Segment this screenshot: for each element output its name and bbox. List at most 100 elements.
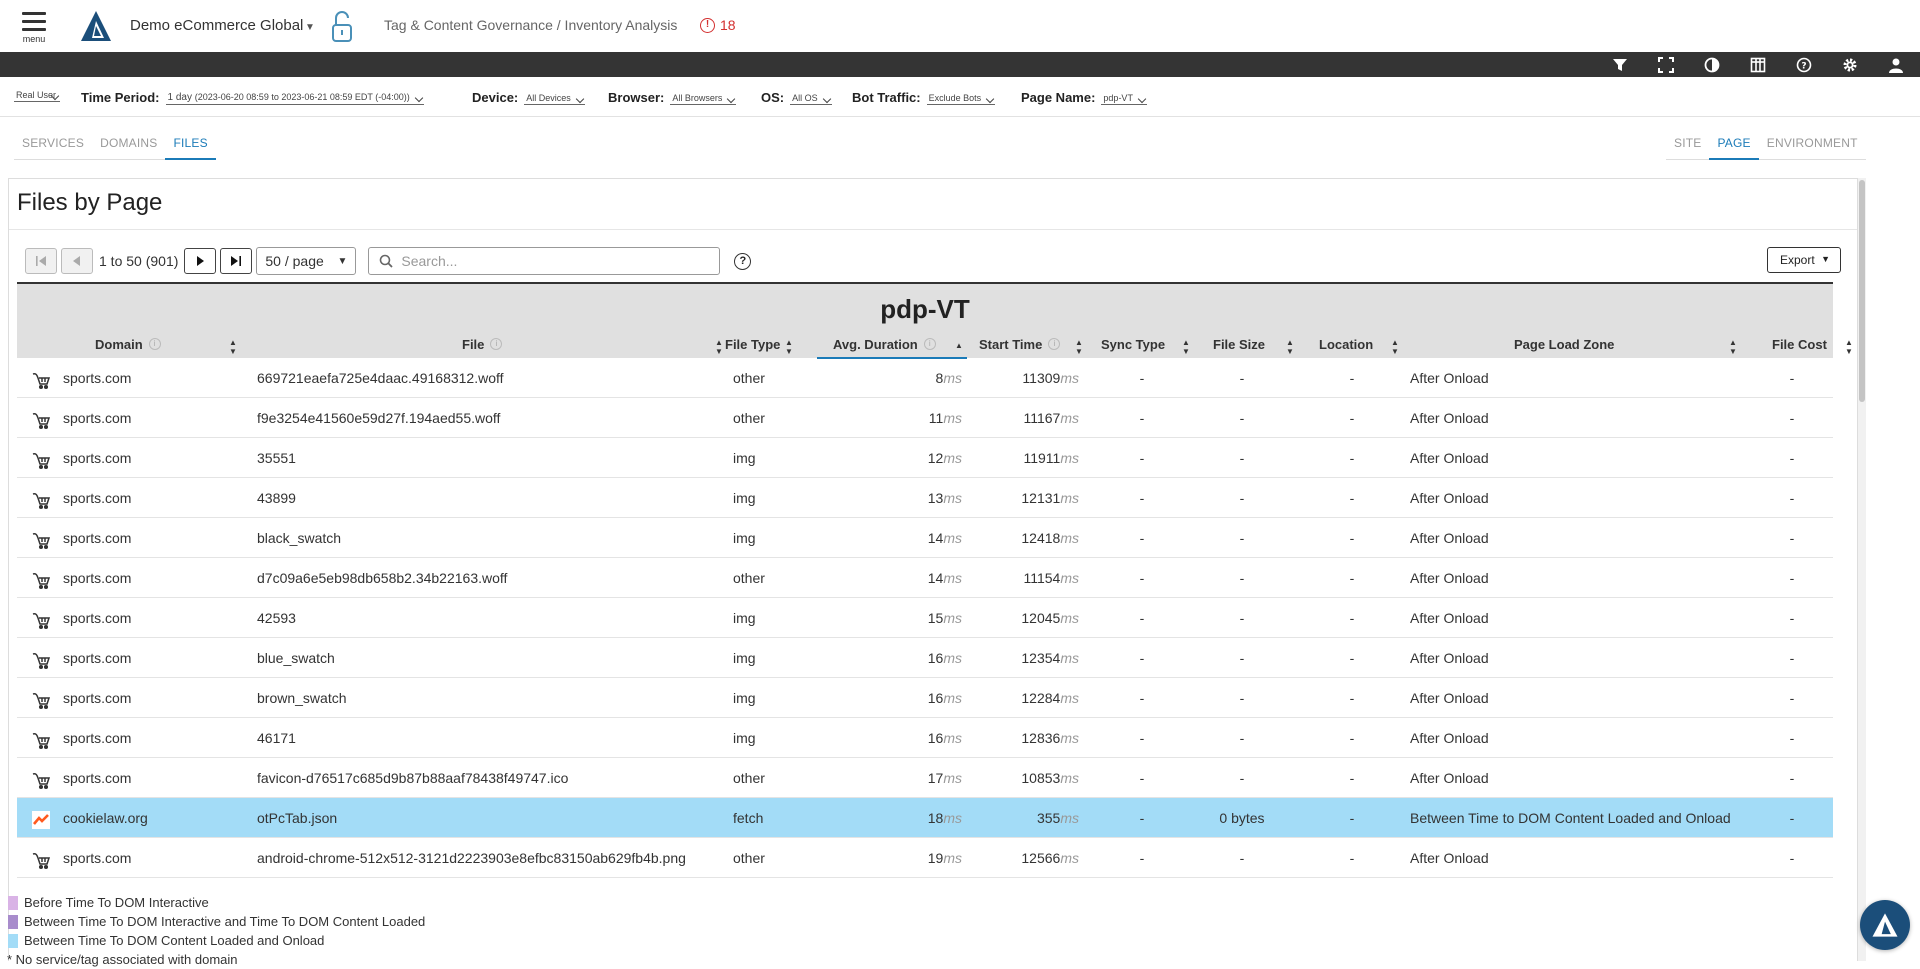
- bot-traffic-selector[interactable]: Exclude Bots: [926, 93, 996, 105]
- chevron-down-icon[interactable]: ▼: [305, 22, 315, 33]
- table-row[interactable]: sports.com 35551 img 12ms 11911ms - - - After On…: [17, 438, 1833, 478]
- table-row[interactable]: sports.com brown_swatch img 16ms 12284ms - - - A…: [17, 678, 1833, 718]
- next-page-button[interactable]: [184, 248, 217, 274]
- sort-icon[interactable]: ▲ ▼: [1286, 338, 1294, 356]
- table-row[interactable]: sports.com black_swatch img 14ms 12418ms - - - A…: [17, 518, 1833, 558]
- sort-icon[interactable]: ▲ ▼: [1075, 338, 1083, 356]
- sort-icon[interactable]: ▲ ▼: [1391, 338, 1399, 356]
- cell-file[interactable]: d7c09a6e5eb98db658b2.34b22163.woff: [257, 570, 507, 586]
- col-file-cost[interactable]: File Cost ▲ ▼: [1772, 330, 1853, 358]
- page-name-selector[interactable]: pdp-VT: [1101, 93, 1147, 105]
- cell-file[interactable]: black_swatch: [257, 530, 341, 546]
- contrast-icon[interactable]: [1702, 55, 1722, 75]
- cell-file[interactable]: 35551: [257, 450, 296, 466]
- table-row[interactable]: sports.com f9e3254e41560e59d27f.194aed55.…: [17, 398, 1833, 438]
- columns-icon[interactable]: [1748, 55, 1768, 75]
- cell-domain[interactable]: sports.com: [63, 410, 131, 426]
- help-icon[interactable]: ?: [1794, 55, 1814, 75]
- brand-logo-icon[interactable]: [78, 8, 114, 44]
- col-avg-duration[interactable]: Avg. Duration i ▲: [817, 330, 967, 359]
- table-row[interactable]: sports.com favicon-d76517c685d9b87b88aaf7…: [17, 758, 1833, 798]
- cell-file[interactable]: blue_swatch: [257, 650, 335, 666]
- col-location[interactable]: Location ▲ ▼: [1319, 330, 1399, 358]
- cell-domain[interactable]: sports.com: [63, 850, 131, 866]
- col-file-size[interactable]: File Size ▲ ▼: [1213, 330, 1294, 358]
- menu-button[interactable]: menu: [18, 10, 50, 50]
- cell-file[interactable]: 669721eaefa725e4daac.49168312.woff: [257, 370, 504, 386]
- sort-icon[interactable]: ▲ ▼: [1729, 338, 1737, 356]
- col-file-type[interactable]: File Type ▲ ▼: [725, 330, 795, 358]
- prev-page-button[interactable]: [61, 248, 93, 274]
- cell-domain[interactable]: sports.com: [63, 490, 131, 506]
- table-row[interactable]: sports.com 43899 img 13ms 12131ms - - - After On…: [17, 478, 1833, 518]
- col-domain[interactable]: Domain i ▲ ▼: [95, 330, 245, 358]
- table-row[interactable]: sports.com 669721eaefa725e4daac.49168312.…: [17, 358, 1833, 398]
- last-page-button[interactable]: [220, 248, 253, 274]
- tab-site[interactable]: SITE: [1666, 134, 1709, 159]
- table-row[interactable]: sports.com android-chrome-512x512-3121d22…: [17, 838, 1833, 878]
- cell-file[interactable]: android-chrome-512x512-3121d2223903e8efb…: [257, 850, 686, 866]
- sort-icon[interactable]: ▲ ▼: [229, 338, 237, 356]
- page-size-select[interactable]: 50 / page ▼: [256, 247, 357, 275]
- info-icon[interactable]: i: [1048, 338, 1061, 350]
- settings-icon[interactable]: [1840, 55, 1860, 75]
- tab-environment[interactable]: ENVIRONMENT: [1759, 134, 1866, 159]
- fullscreen-icon[interactable]: [1656, 55, 1676, 75]
- assistant-button[interactable]: [1860, 900, 1910, 950]
- sort-icon[interactable]: ▲ ▼: [715, 338, 723, 356]
- browser-selector[interactable]: All Browsers: [670, 93, 737, 105]
- cell-domain[interactable]: sports.com: [63, 690, 131, 706]
- filter-icon[interactable]: [1610, 55, 1630, 75]
- cell-domain[interactable]: sports.com: [63, 450, 131, 466]
- cell-domain[interactable]: sports.com: [63, 570, 131, 586]
- cell-file[interactable]: f9e3254e41560e59d27f.194aed55.woff: [257, 410, 500, 426]
- cell-file[interactable]: otPcTab.json: [257, 810, 337, 826]
- cell-file[interactable]: 46171: [257, 730, 296, 746]
- cell-domain[interactable]: sports.com: [63, 650, 131, 666]
- vertical-scrollbar[interactable]: [1858, 178, 1866, 961]
- table-row[interactable]: sports.com d7c09a6e5eb98db658b2.34b22163.…: [17, 558, 1833, 598]
- cell-file[interactable]: 42593: [257, 610, 296, 626]
- cell-domain[interactable]: sports.com: [63, 370, 131, 386]
- cell-domain[interactable]: sports.com: [63, 610, 131, 626]
- table-row[interactable]: cookielaw.org otPcTab.json fetch 18ms 355ms -…: [17, 798, 1833, 838]
- search-input[interactable]: [401, 253, 702, 269]
- col-start-time[interactable]: Start Time i ▲ ▼: [979, 330, 1089, 358]
- cell-domain[interactable]: cookielaw.org: [63, 810, 148, 826]
- table-row[interactable]: sports.com 46171 img 16ms 12836ms - - - After On…: [17, 718, 1833, 758]
- tab-domains[interactable]: DOMAINS: [92, 134, 165, 159]
- sort-icon[interactable]: ▲ ▼: [785, 338, 793, 356]
- os-selector[interactable]: All OS: [790, 93, 832, 105]
- sort-asc-icon[interactable]: ▲: [955, 341, 963, 350]
- search-help-icon[interactable]: ?: [734, 252, 752, 270]
- tab-services[interactable]: SERVICES: [14, 134, 92, 159]
- time-period-selector[interactable]: 1 day (2023-06-20 08:59 to 2023-06-21 08…: [165, 92, 424, 105]
- tab-files[interactable]: FILES: [165, 134, 216, 160]
- info-icon[interactable]: i: [923, 338, 936, 350]
- info-icon[interactable]: i: [148, 338, 161, 350]
- scrollbar-thumb[interactable]: [1859, 180, 1865, 402]
- cell-file[interactable]: 43899: [257, 490, 296, 506]
- col-sync-type[interactable]: Sync Type ▲ ▼: [1101, 330, 1191, 358]
- sort-icon[interactable]: ▲ ▼: [1182, 338, 1190, 356]
- cell-file[interactable]: favicon-d76517c685d9b87b88aaf78438f49747…: [257, 770, 568, 786]
- table-row[interactable]: sports.com 42593 img 15ms 12045ms - - - After On…: [17, 598, 1833, 638]
- col-file[interactable]: File i ▲ ▼: [462, 330, 732, 358]
- cell-domain[interactable]: sports.com: [63, 770, 131, 786]
- device-selector[interactable]: All Devices: [524, 93, 585, 105]
- col-page-load-zone[interactable]: Page Load Zone ▲ ▼: [1514, 330, 1744, 358]
- table-row[interactable]: sports.com blue_swatch img 16ms 12354ms - - - Af…: [17, 638, 1833, 678]
- info-icon[interactable]: i: [490, 338, 503, 350]
- user-icon[interactable]: [1886, 55, 1906, 75]
- alert-indicator[interactable]: ! 18: [700, 17, 736, 33]
- unlock-icon[interactable]: [330, 10, 354, 44]
- mode-selector[interactable]: Real User: [14, 90, 61, 102]
- export-button[interactable]: Export ▼: [1767, 247, 1841, 273]
- first-page-button[interactable]: [25, 248, 57, 274]
- cell-file[interactable]: brown_swatch: [257, 690, 347, 706]
- tab-page[interactable]: PAGE: [1709, 134, 1759, 160]
- org-selector[interactable]: Demo eCommerce Global: [130, 17, 303, 34]
- cell-domain[interactable]: sports.com: [63, 730, 131, 746]
- sort-icon[interactable]: ▲ ▼: [1845, 338, 1853, 356]
- cell-domain[interactable]: sports.com: [63, 530, 131, 546]
